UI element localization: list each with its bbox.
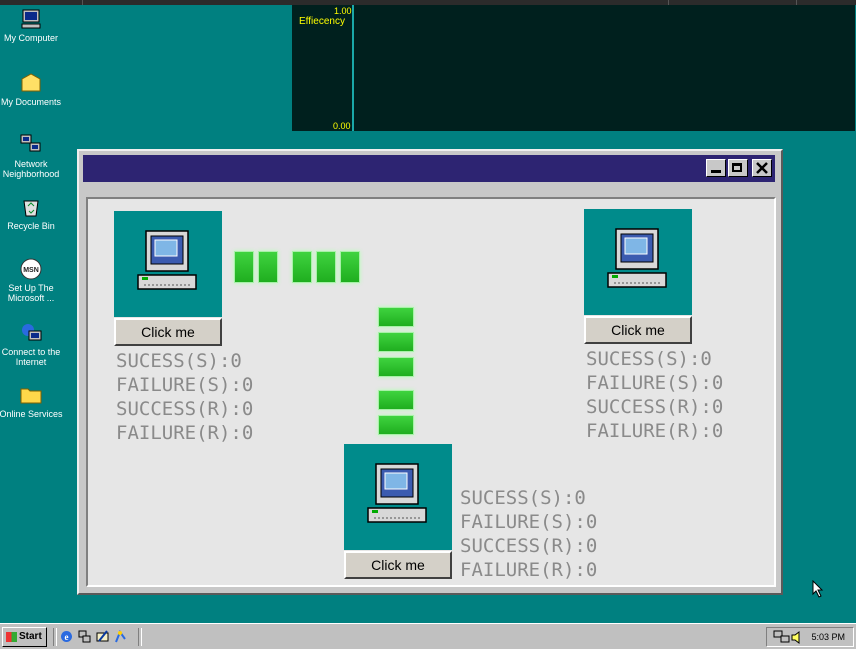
- packet: [234, 251, 254, 283]
- stat-success-sent: SUCESS(S):0: [116, 350, 242, 372]
- stat-success-received: SUCCESS(R):0: [116, 398, 254, 420]
- recycle-bin-icon: [23, 200, 39, 217]
- clock[interactable]: 5:03 PM: [811, 632, 845, 642]
- desktop-icon-my-computer[interactable]: My Computer: [0, 8, 66, 43]
- stat-failure-sent: FAILURE(S):0: [116, 374, 254, 396]
- packet: [378, 307, 414, 327]
- window-client-area: Click me SUCESS(S):0 FAILURE(S):0 SUCCES…: [86, 197, 776, 587]
- computer-icon: [367, 463, 427, 523]
- taskbar-divider: [53, 628, 57, 646]
- node-stats: SUCESS(S):0 FAILURE(S):0 SUCCESS(R):0 FA…: [586, 347, 723, 443]
- svg-text:e: e: [65, 632, 69, 642]
- close-button[interactable]: [752, 159, 772, 177]
- packet: [258, 251, 278, 283]
- packet: [378, 332, 414, 352]
- desktop-icon-online-services[interactable]: Online Services: [0, 384, 66, 419]
- msn-icon: MSN: [20, 258, 42, 280]
- click-me-button[interactable]: Click me: [584, 316, 692, 344]
- maximize-button[interactable]: [728, 159, 748, 177]
- start-button[interactable]: Start: [2, 627, 47, 647]
- svg-text:MSN: MSN: [23, 267, 39, 274]
- speaker-icon[interactable]: [791, 631, 803, 644]
- top-strip-divider: [82, 0, 83, 5]
- computer-icon: [21, 9, 41, 29]
- packet: [378, 357, 414, 377]
- close-icon: [756, 162, 768, 174]
- packet: [378, 415, 414, 435]
- stat-failure-sent: FAILURE(S):0: [586, 372, 724, 394]
- system-tray: 5:03 PM: [766, 627, 854, 647]
- minimize-button[interactable]: [706, 159, 726, 177]
- windows-logo-icon: [6, 632, 17, 642]
- network-icon: [20, 134, 41, 152]
- node-stats: SUCESS(S):0 FAILURE(S):0 SUCCESS(R):0 FA…: [116, 349, 253, 445]
- desktop-icon-recycle-bin[interactable]: Recycle Bin: [0, 196, 66, 231]
- mouse-cursor-icon: [812, 580, 824, 598]
- computer-icon: [137, 230, 197, 290]
- outlook-icon[interactable]: [96, 630, 109, 643]
- efficiency-min-label: 0.00: [333, 121, 351, 131]
- efficiency-title: Effiecency: [299, 16, 345, 27]
- internet-icon: [22, 324, 42, 341]
- desktop-icon-label: Recycle Bin: [7, 221, 55, 231]
- stat-success-sent: SUCESS(S):0: [586, 348, 712, 370]
- desktop-icon-label: Online Services: [0, 409, 63, 419]
- maximize-icon: [732, 163, 742, 172]
- desktop-icon-label: My Documents: [0, 97, 62, 107]
- stat-success-received: SUCCESS(R):0: [586, 396, 724, 418]
- channels-icon[interactable]: [114, 630, 127, 643]
- folder-icon: [20, 388, 42, 404]
- start-label: Start: [19, 631, 42, 642]
- stat-failure-received: FAILURE(R):0: [116, 422, 254, 444]
- efficiency-max-label: 1.00: [334, 6, 352, 16]
- taskbar: Start e 5:03 PM: [0, 623, 856, 649]
- stat-failure-received: FAILURE(R):0: [460, 559, 598, 581]
- stat-success-received: SUCCESS(R):0: [460, 535, 598, 557]
- desktop-icon-my-documents[interactable]: My Documents: [0, 72, 66, 107]
- desktop-icon-label: Network Neighborhood: [2, 159, 60, 179]
- stat-failure-sent: FAILURE(S):0: [460, 511, 598, 533]
- desktop-icon-connect-internet[interactable]: Connect to the Internet: [0, 322, 66, 367]
- node-tile: [584, 209, 692, 315]
- node-stats: SUCESS(S):0 FAILURE(S):0 SUCCESS(R):0 FA…: [460, 486, 597, 582]
- simulation-window: Click me SUCESS(S):0 FAILURE(S):0 SUCCES…: [77, 149, 783, 595]
- packet: [316, 251, 336, 283]
- packet: [378, 390, 414, 410]
- packet: [340, 251, 360, 283]
- network-status-icon[interactable]: [773, 630, 791, 644]
- desktop-icon-setup-msn[interactable]: MSN Set Up The Microsoft ...: [0, 258, 66, 303]
- click-me-button[interactable]: Click me: [114, 318, 222, 346]
- node-tile: [344, 444, 452, 550]
- stat-failure-received: FAILURE(R):0: [586, 420, 724, 442]
- taskbar-divider: [138, 628, 142, 646]
- efficiency-axis: [352, 5, 354, 131]
- desktop-icon-label: Connect to the Internet: [1, 347, 61, 367]
- folder-icon: [21, 73, 41, 92]
- window-titlebar[interactable]: [83, 155, 775, 182]
- node-tile: [114, 211, 222, 317]
- minimize-icon: [711, 170, 721, 173]
- desktop-icon-label: My Computer: [3, 33, 58, 43]
- internet-explorer-icon[interactable]: e: [60, 630, 73, 643]
- desktop-icon-label: Set Up The Microsoft ...: [7, 283, 55, 303]
- packet: [292, 251, 312, 283]
- click-me-button[interactable]: Click me: [344, 551, 452, 579]
- efficiency-panel: 1.00 Effiecency 0.00: [292, 5, 855, 131]
- computer-icon: [607, 228, 667, 288]
- desktop-icon-network-neighborhood[interactable]: Network Neighborhood: [0, 134, 66, 179]
- stat-success-sent: SUCESS(S):0: [460, 487, 586, 509]
- network-icon[interactable]: [78, 630, 91, 643]
